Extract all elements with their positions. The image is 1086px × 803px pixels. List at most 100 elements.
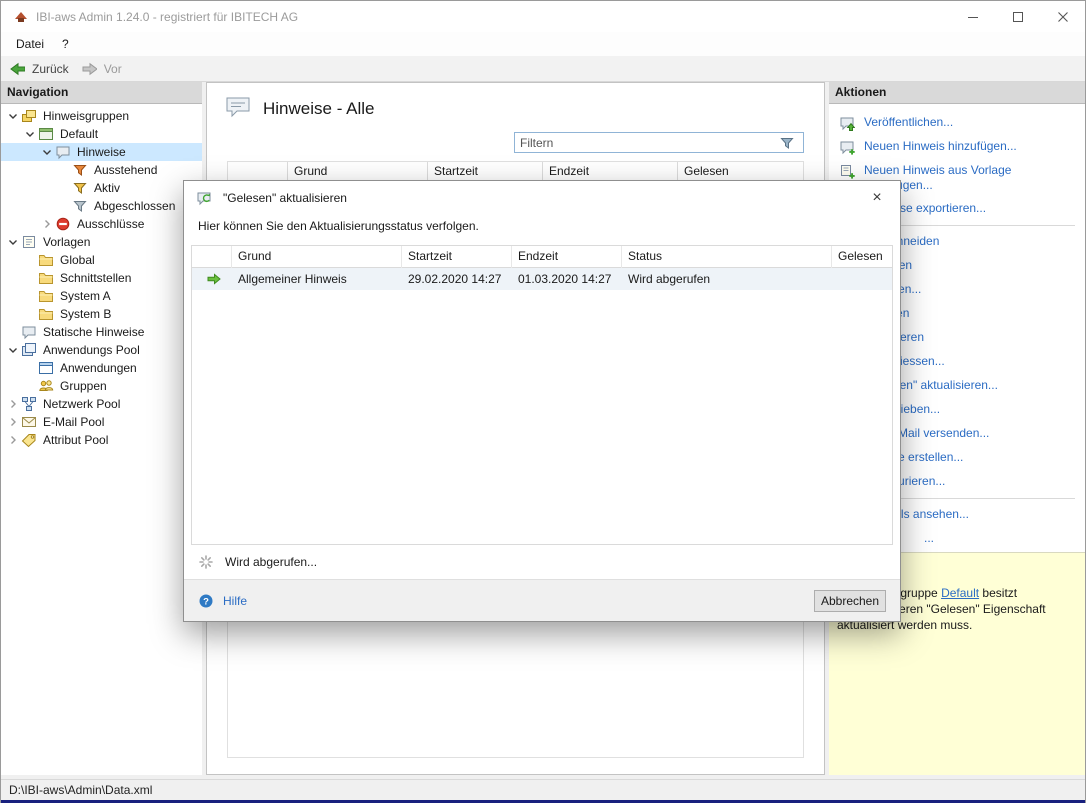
- dialog-table-header: GrundStartzeitEndzeitStatusGelesen: [192, 246, 892, 268]
- chevron-spacer: [22, 360, 38, 376]
- maximize-button[interactable]: [995, 1, 1040, 32]
- menu-help[interactable]: ?: [53, 34, 78, 54]
- add-notice-from-template-icon: [839, 163, 855, 179]
- tree-item-ausschlüsse[interactable]: Ausschlüsse: [1, 215, 202, 233]
- refresh-notice-icon: [196, 190, 212, 206]
- dialog-column-grund[interactable]: Grund: [232, 246, 402, 268]
- tree-item-vorlagen[interactable]: Vorlagen: [1, 233, 202, 251]
- chevron-expanded-icon[interactable]: [22, 126, 38, 142]
- spinner-icon: [198, 554, 214, 570]
- dialog-footer: ? Hilfe Abbrechen: [184, 579, 900, 621]
- chevron-spacer: [22, 288, 38, 304]
- tree-item-label: Ausstehend: [91, 163, 160, 177]
- tree-item-default[interactable]: Default: [1, 125, 202, 143]
- data-file-path: D:\IBI-aws\Admin\Data.xml: [9, 783, 152, 797]
- tree-item-anwendungen[interactable]: Anwendungen: [1, 359, 202, 377]
- page-title: Hinweise - Alle: [263, 99, 375, 119]
- tree-item-label: Gruppen: [57, 379, 110, 393]
- chevron-collapsed-icon[interactable]: [5, 396, 21, 412]
- notice-group-icon: [38, 126, 54, 142]
- filter-pending-icon: [72, 162, 88, 178]
- notices-table-header: GrundStartzeitEndzeitGelesen: [228, 162, 803, 182]
- toolbar: Zurück Vor: [1, 56, 1085, 82]
- tree-item-gruppen[interactable]: Gruppen: [1, 377, 202, 395]
- templates-icon: [21, 234, 37, 250]
- chevron-expanded-icon[interactable]: [39, 144, 55, 160]
- chevron-expanded-icon[interactable]: [5, 108, 21, 124]
- titlebar: IBI-aws Admin 1.24.0 - registriert für I…: [1, 1, 1085, 32]
- statusbar: D:\IBI-aws\Admin\Data.xml: [1, 779, 1085, 800]
- menubar: Datei ?: [1, 32, 1085, 56]
- folder-icon: [38, 288, 54, 304]
- help-link[interactable]: ? Hilfe: [198, 593, 247, 609]
- chevron-expanded-icon[interactable]: [5, 234, 21, 250]
- dialog-column-startzeit[interactable]: Startzeit: [402, 246, 512, 268]
- chevron-collapsed-icon[interactable]: [5, 414, 21, 430]
- tree-item-label: Ausschlüsse: [74, 217, 147, 231]
- dialog-column-gelesen[interactable]: Gelesen: [832, 246, 892, 268]
- forward-button[interactable]: Vor: [81, 61, 122, 77]
- tree-item-label: Abgeschlossen: [91, 199, 178, 213]
- tree-item-aktiv[interactable]: Aktiv: [1, 179, 202, 197]
- tree-item-attribut-pool[interactable]: Attribut Pool: [1, 431, 202, 449]
- dialog-titlebar: "Gelesen" aktualisieren ×: [184, 181, 900, 215]
- dialog-close-button[interactable]: ×: [866, 187, 888, 209]
- tree-item-netzwerk-pool[interactable]: Netzwerk Pool: [1, 395, 202, 413]
- chevron-expanded-icon[interactable]: [5, 342, 21, 358]
- add-notice-icon: [839, 139, 855, 155]
- chevron-spacer: [56, 162, 72, 178]
- column-header-gelesen[interactable]: Gelesen: [678, 162, 803, 181]
- menu-datei[interactable]: Datei: [7, 34, 53, 54]
- filter-row: [207, 124, 824, 157]
- chevron-collapsed-icon[interactable]: [39, 216, 55, 232]
- action-veröffentlichen[interactable]: Veröffentlichen...: [829, 111, 1085, 135]
- tree-item-e-mail-pool[interactable]: E-Mail Pool: [1, 413, 202, 431]
- tree-item-hinweise[interactable]: Hinweise: [1, 143, 202, 161]
- minimize-button[interactable]: [950, 1, 995, 32]
- notice-icon: [21, 324, 37, 340]
- tree-item-system-b[interactable]: System B: [1, 305, 202, 323]
- tree-item-system-a[interactable]: System A: [1, 287, 202, 305]
- column-header-startzeit[interactable]: Startzeit: [428, 162, 543, 181]
- tree-item-label: System B: [57, 307, 114, 321]
- notices-header-icon: [225, 95, 251, 122]
- tree-item-label: Hinweisgruppen: [40, 109, 132, 123]
- filter-input[interactable]: [520, 136, 779, 150]
- chevron-spacer: [22, 270, 38, 286]
- filter-funnel-icon[interactable]: [779, 135, 795, 151]
- tree-item-anwendungs-pool[interactable]: Anwendungs Pool: [1, 341, 202, 359]
- chevron-spacer: [56, 198, 72, 214]
- tree-item-schnittstellen[interactable]: Schnittstellen: [1, 269, 202, 287]
- column-header-endzeit[interactable]: Endzeit: [543, 162, 678, 181]
- window-title: IBI-aws Admin 1.24.0 - registriert für I…: [36, 10, 950, 24]
- email-icon: [21, 414, 37, 430]
- action-neuen-hinweis-hinzufügen[interactable]: Neuen Hinweis hinzufügen...: [829, 135, 1085, 159]
- row-status-arrow-icon: [192, 271, 232, 287]
- chevron-spacer: [22, 306, 38, 322]
- tree-item-statische-hinweise[interactable]: Statische Hinweise: [1, 323, 202, 341]
- dialog-table: GrundStartzeitEndzeitStatusGelesen Allge…: [191, 245, 893, 545]
- notice-icon: [55, 144, 71, 160]
- tree-item-abgeschlossen[interactable]: Abgeschlossen: [1, 197, 202, 215]
- filter-box: [514, 132, 804, 153]
- tree-item-global[interactable]: Global: [1, 251, 202, 269]
- cell-endzeit: 01.03.2020 14:27: [512, 268, 622, 290]
- back-button[interactable]: Zurück: [9, 61, 69, 77]
- tree-item-hinweisgruppen[interactable]: Hinweisgruppen: [1, 107, 202, 125]
- chevron-collapsed-icon[interactable]: [5, 432, 21, 448]
- dialog-column-status[interactable]: Status: [622, 246, 832, 268]
- dialog-status-row: Wird abgerufen...: [184, 545, 900, 579]
- forward-arrow-icon: [81, 61, 97, 77]
- tree-item-label: Schnittstellen: [57, 271, 134, 285]
- tree-item-ausstehend[interactable]: Ausstehend: [1, 161, 202, 179]
- tree-item-label: System A: [57, 289, 114, 303]
- abbrechen-button[interactable]: Abbrechen: [814, 590, 886, 612]
- dialog-table-row[interactable]: Allgemeiner Hinweis29.02.2020 14:2701.03…: [192, 268, 892, 290]
- default-group-link[interactable]: Default: [941, 586, 979, 600]
- column-header-grund[interactable]: Grund: [288, 162, 428, 181]
- gelesen-aktualisieren-dialog: "Gelesen" aktualisieren × Hier können Si…: [183, 180, 901, 622]
- tree-item-label: Anwendungen: [57, 361, 140, 375]
- dialog-column-endzeit[interactable]: Endzeit: [512, 246, 622, 268]
- chevron-spacer: [56, 180, 72, 196]
- close-button[interactable]: [1040, 1, 1085, 32]
